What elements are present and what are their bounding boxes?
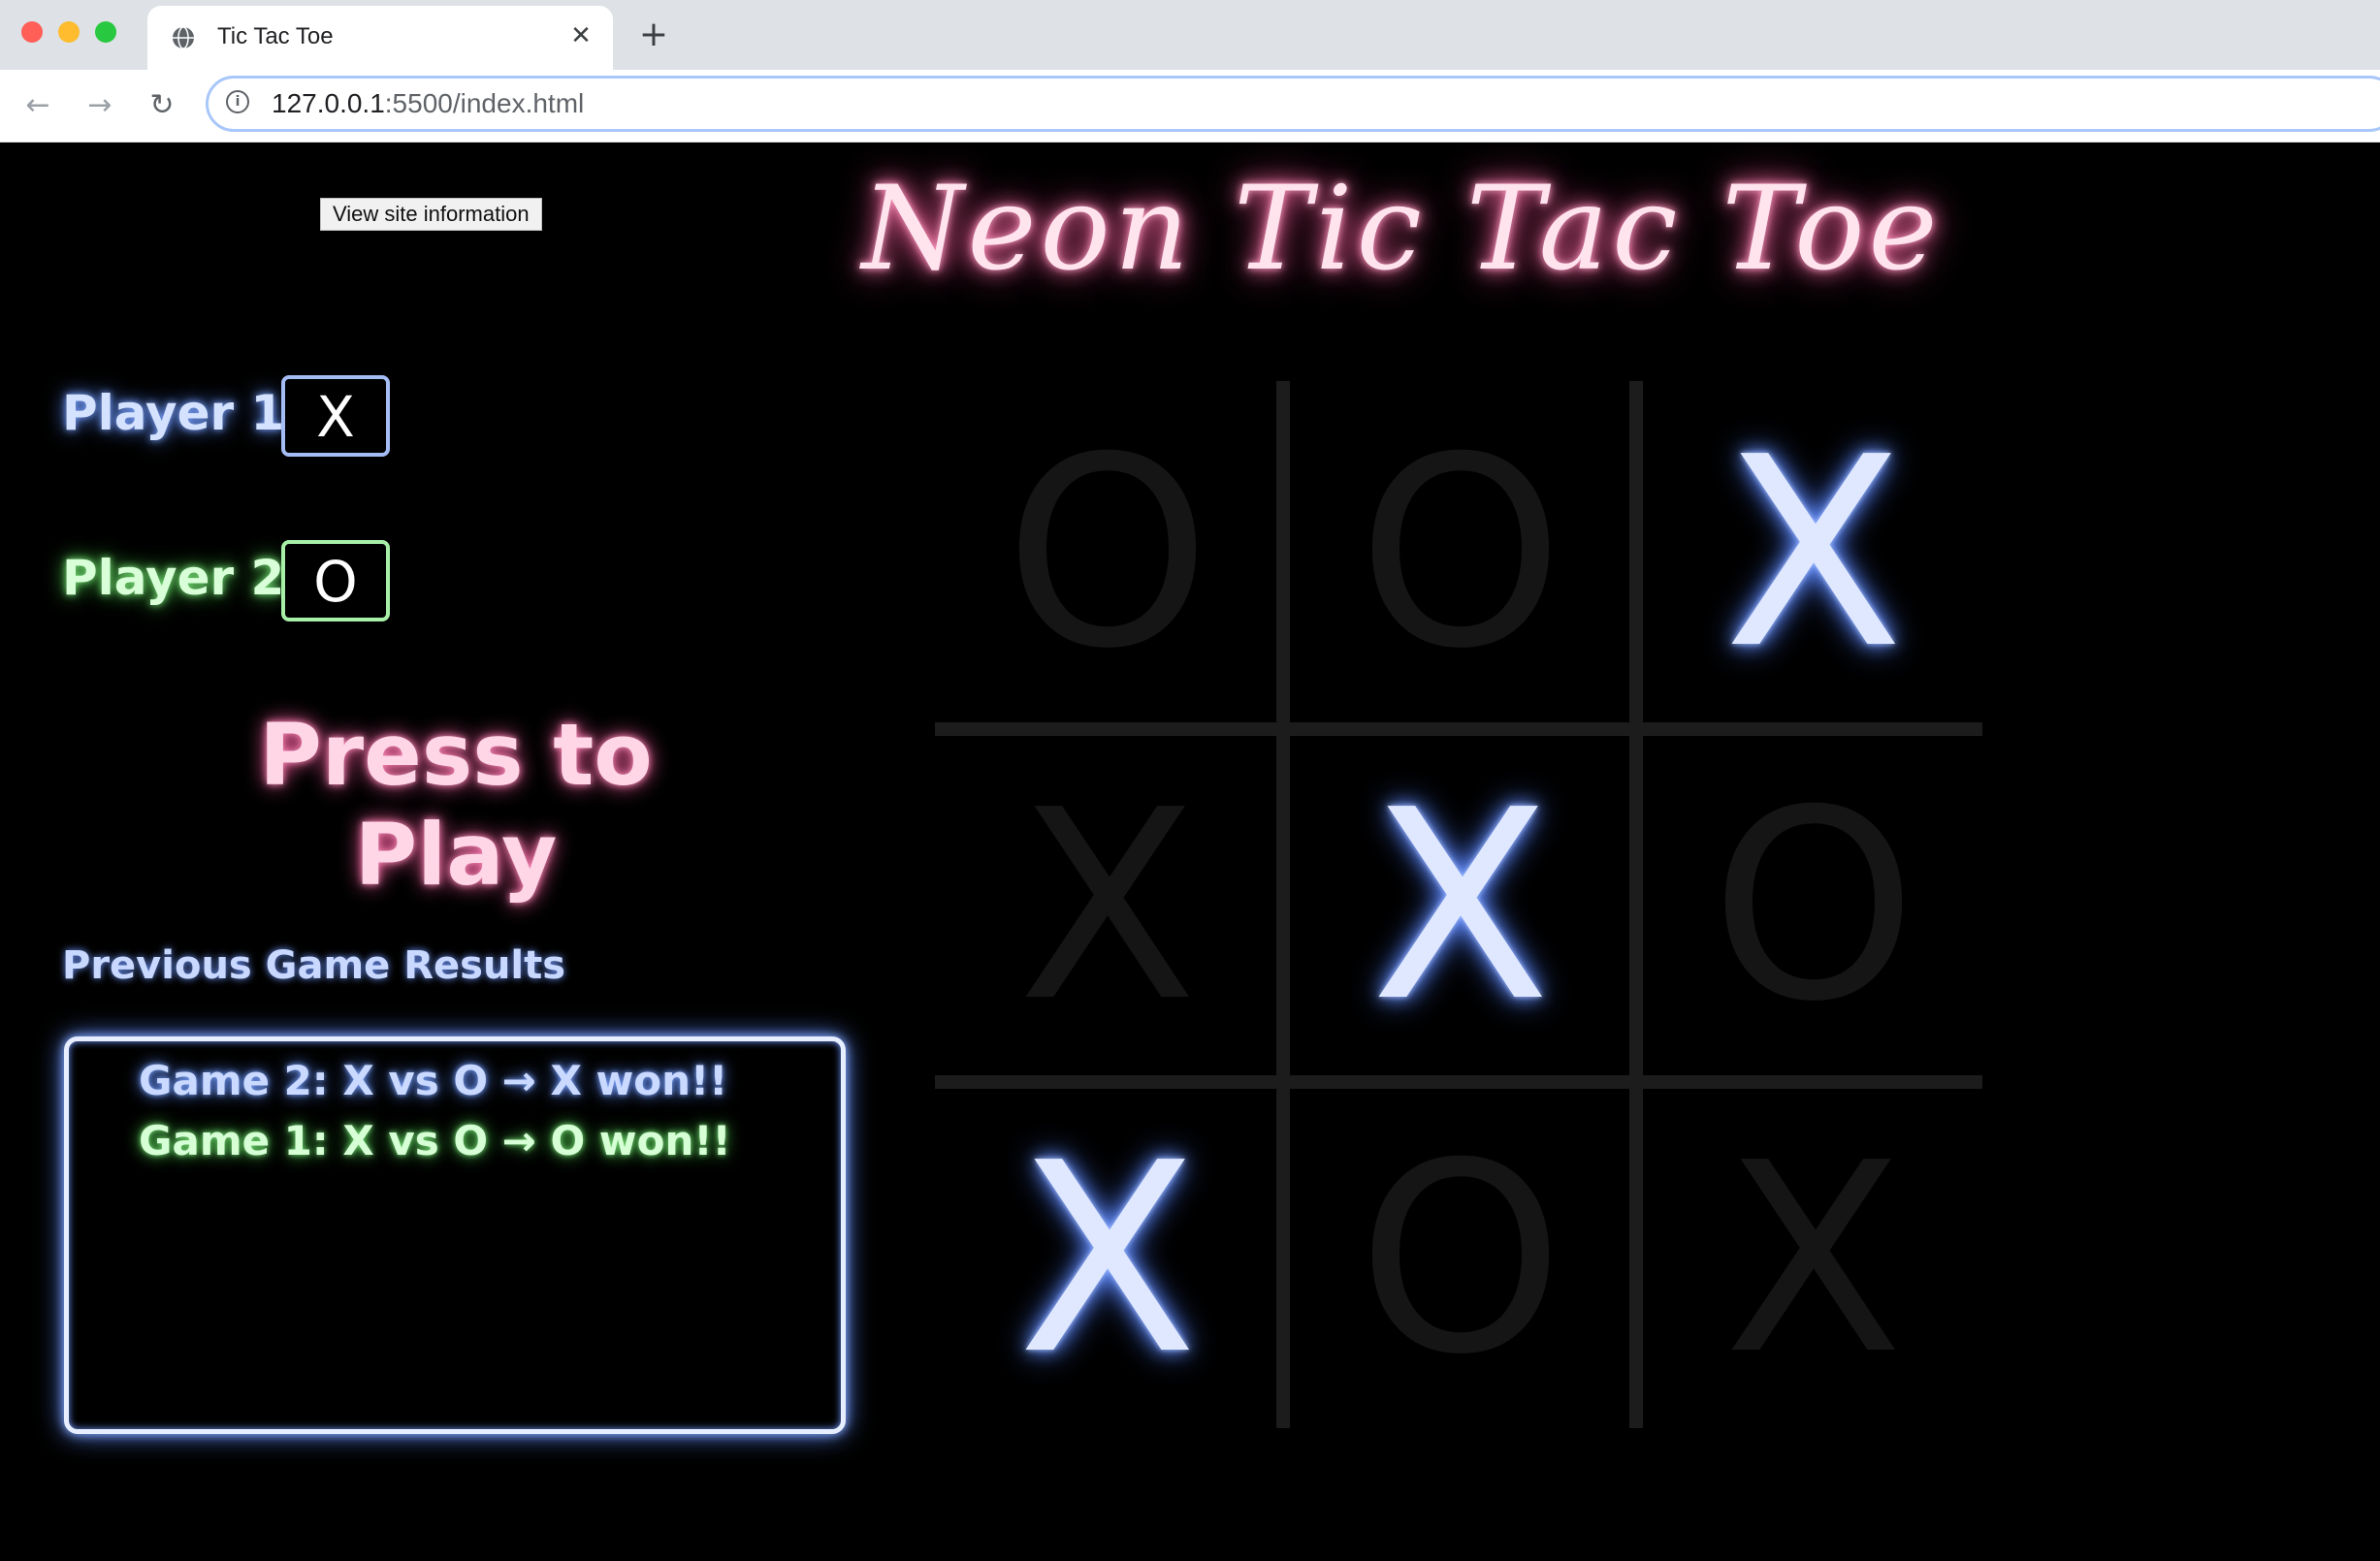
browser-toolbar: ← → ↻ i 127.0.0.1:5500/index.html [0, 70, 2380, 143]
board-cell[interactable]: X [1288, 734, 1633, 1079]
board-cell[interactable]: O [1288, 1087, 1633, 1432]
url-text[interactable]: 127.0.0.1:5500/index.html [272, 88, 584, 119]
board-cell[interactable]: O [1288, 381, 1633, 726]
url-host: 127.0.0.1 [272, 88, 385, 118]
player2-label: Player 2 [62, 550, 285, 606]
back-button[interactable]: ← [19, 87, 56, 124]
new-tab-button[interactable]: + [636, 17, 671, 52]
results-heading: Previous Game Results [62, 943, 566, 988]
tab-strip: Tic Tac Toe ✕ + [0, 0, 2380, 70]
forward-button[interactable]: → [81, 87, 118, 124]
site-info-tooltip: View site information [320, 198, 542, 231]
maximize-window-button[interactable] [95, 21, 116, 43]
url-path: :5500/index.html [384, 88, 585, 118]
results-panel: Game 2: X vs O → X won!! Game 1: X vs O … [64, 1036, 846, 1434]
board-cell[interactable]: X [935, 734, 1280, 1079]
active-tab[interactable]: Tic Tac Toe ✕ [147, 6, 613, 70]
game-board: O O X X X O X O X [935, 381, 1982, 1428]
browser-chrome: Tic Tac Toe ✕ + ← → ↻ i 127.0.0.1:5500/i… [0, 0, 2380, 143]
site-info-icon[interactable]: i [226, 90, 249, 113]
tab-title: Tic Tac Toe [217, 23, 334, 49]
reload-button[interactable]: ↻ [144, 87, 180, 124]
result-item: Game 2: X vs O → X won!! [139, 1057, 728, 1104]
player2-symbol: O [281, 540, 390, 621]
page-title: Neon Tic Tac Toe [861, 162, 1942, 297]
player1-label: Player 1 [62, 385, 285, 441]
page-content: View site information Neon Tic Tac Toe P… [0, 143, 2380, 1561]
board-cell[interactable]: O [1641, 734, 1986, 1079]
board-cell[interactable]: O [935, 381, 1280, 726]
address-bar[interactable]: i 127.0.0.1:5500/index.html [206, 76, 2380, 132]
board-cell[interactable]: X [1641, 381, 1986, 726]
result-item: Game 1: X vs O → O won!! [139, 1117, 731, 1164]
minimize-window-button[interactable] [58, 21, 80, 43]
play-button[interactable]: Press to Play [175, 705, 737, 905]
board-cell[interactable]: X [935, 1087, 1280, 1432]
close-tab-icon[interactable]: ✕ [566, 21, 595, 50]
globe-icon [173, 26, 194, 49]
close-window-button[interactable] [21, 21, 43, 43]
board-cell[interactable]: X [1641, 1087, 1986, 1432]
player1-symbol: X [281, 375, 390, 457]
